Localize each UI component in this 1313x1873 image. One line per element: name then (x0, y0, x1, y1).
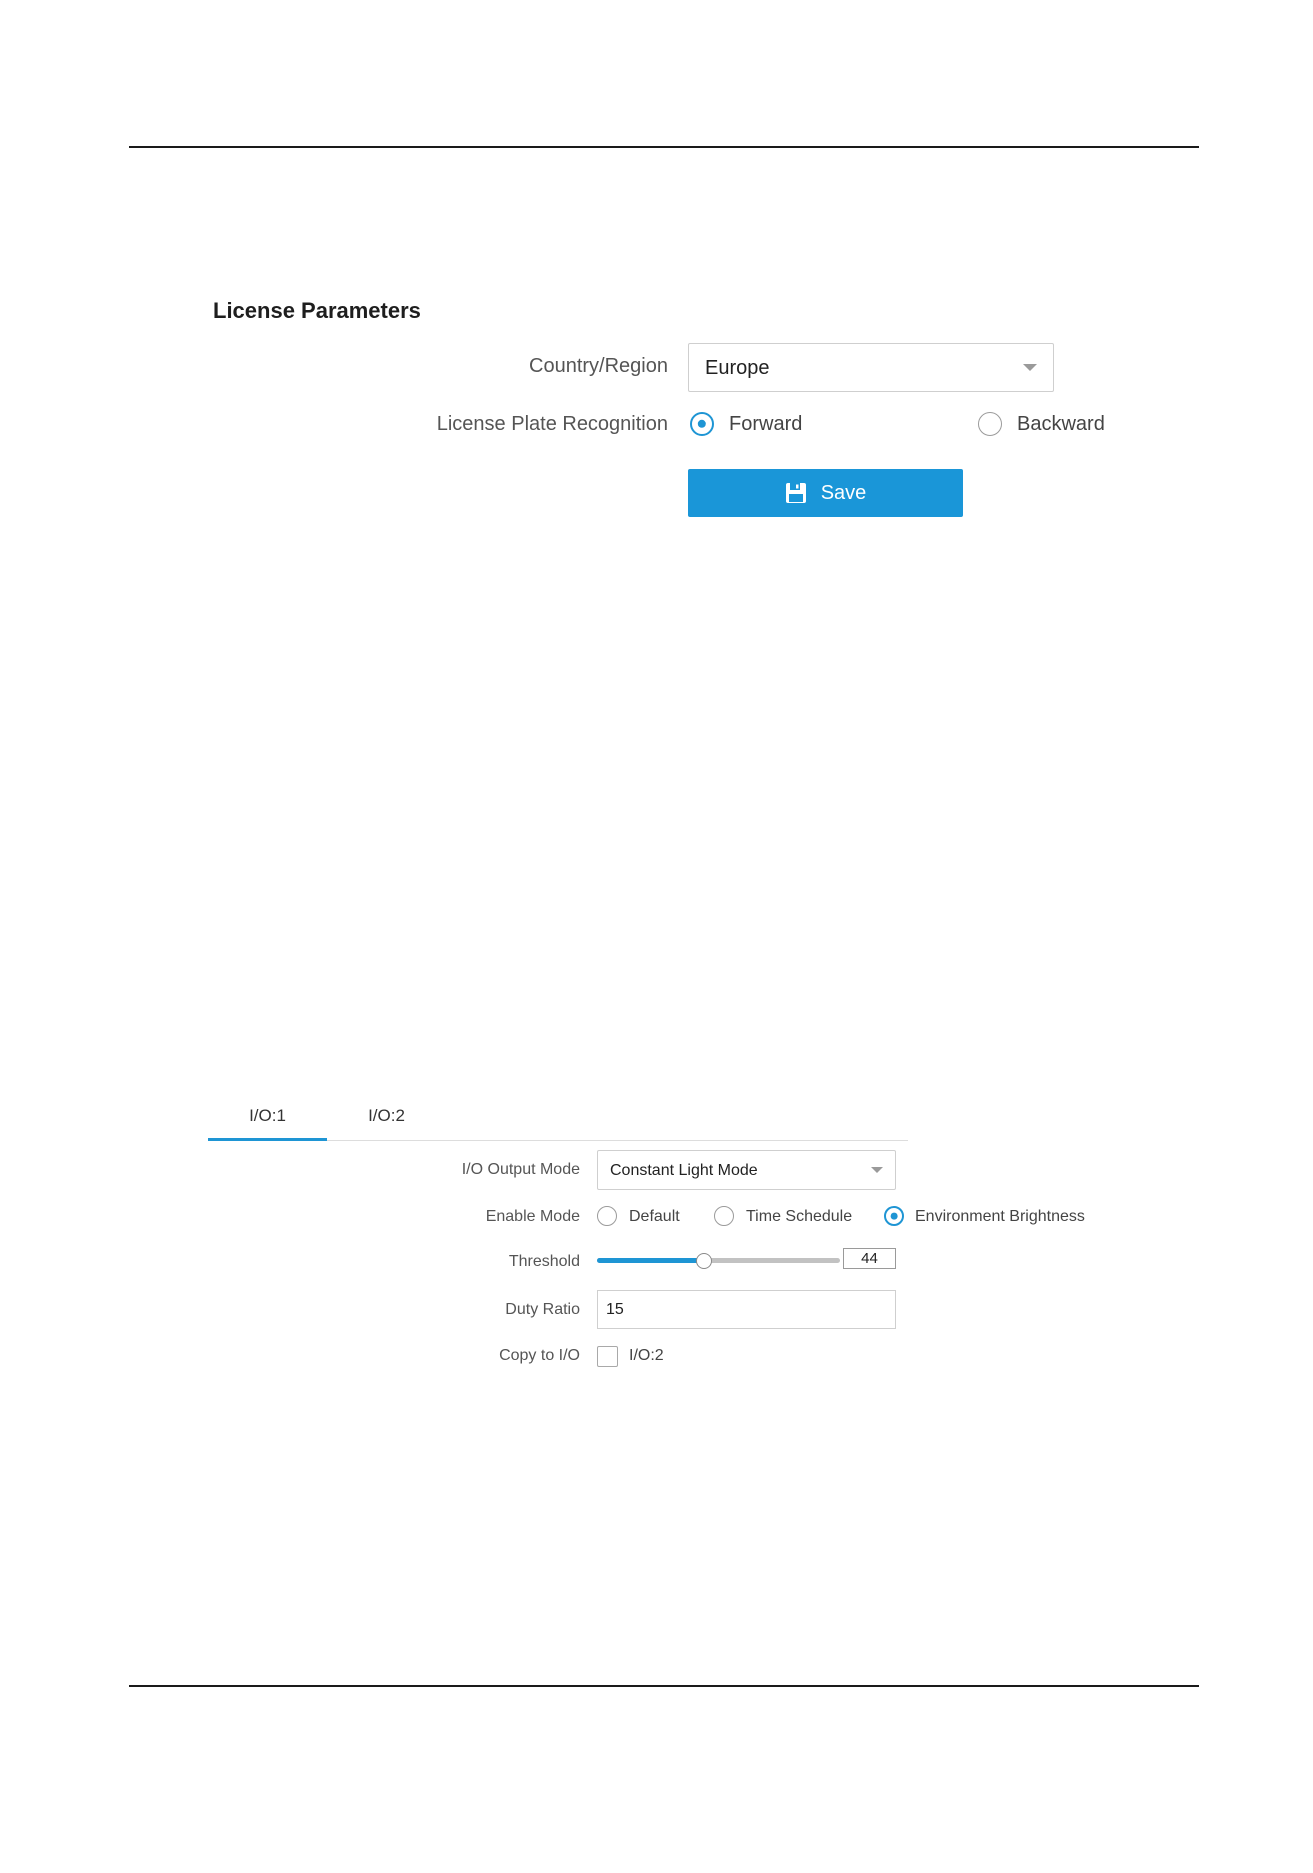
save-button-label: Save (820, 481, 867, 504)
time-schedule-option-label: Time Schedule (746, 1208, 853, 1225)
default-radio[interactable] (597, 1206, 617, 1226)
footer-divider (129, 1685, 1199, 1687)
active-tab-indicator (208, 1138, 327, 1141)
country-region-label: Country/Region (529, 355, 668, 377)
tab-io-2-label: I/O:2 (368, 1106, 405, 1125)
save-icon (785, 482, 807, 504)
enable-mode-label: Enable Mode (485, 1208, 580, 1225)
time-schedule-radio[interactable] (714, 1206, 734, 1226)
save-button[interactable]: Save (688, 469, 963, 517)
header-divider (129, 146, 1199, 148)
environment-brightness-option-label: Environment Brightness (915, 1208, 1085, 1225)
copy-to-io-2-checkbox[interactable] (597, 1346, 618, 1367)
threshold-value: 44 (861, 1250, 878, 1267)
forward-radio[interactable] (690, 412, 714, 436)
chevron-down-icon (871, 1167, 883, 1173)
io-output-mode-select[interactable]: Constant Light Mode (597, 1150, 896, 1190)
environment-brightness-radio[interactable] (884, 1206, 904, 1226)
forward-option-label: Forward (729, 413, 803, 435)
threshold-slider-handle[interactable] (695, 1252, 712, 1269)
threshold-label: Threshold (508, 1253, 580, 1270)
tab-io-1-label: I/O:1 (249, 1106, 286, 1125)
backward-radio[interactable] (978, 412, 1002, 436)
tab-io-1[interactable]: I/O:1 (208, 1106, 327, 1126)
tab-io-2[interactable]: I/O:2 (327, 1106, 446, 1126)
backward-option-label: Backward (1017, 413, 1105, 435)
chevron-down-icon (1023, 364, 1037, 371)
duty-ratio-input[interactable]: 15 (597, 1290, 896, 1329)
country-region-value: Europe (705, 357, 770, 379)
default-option-label: Default (629, 1208, 680, 1225)
io-output-mode-value: Constant Light Mode (610, 1162, 758, 1179)
copy-to-io-2-label: I/O:2 (629, 1347, 664, 1364)
copy-to-io-label: Copy to I/O (499, 1347, 580, 1364)
license-plate-recognition-label: License Plate Recognition (436, 413, 668, 435)
duty-ratio-label: Duty Ratio (505, 1301, 580, 1318)
threshold-slider[interactable] (597, 1252, 840, 1269)
threshold-value-box[interactable]: 44 (843, 1248, 896, 1269)
io-output-mode-label: I/O Output Mode (461, 1161, 580, 1178)
section-title: License Parameters (213, 298, 421, 323)
country-region-select[interactable]: Europe (688, 343, 1054, 392)
threshold-slider-fill (597, 1258, 704, 1263)
